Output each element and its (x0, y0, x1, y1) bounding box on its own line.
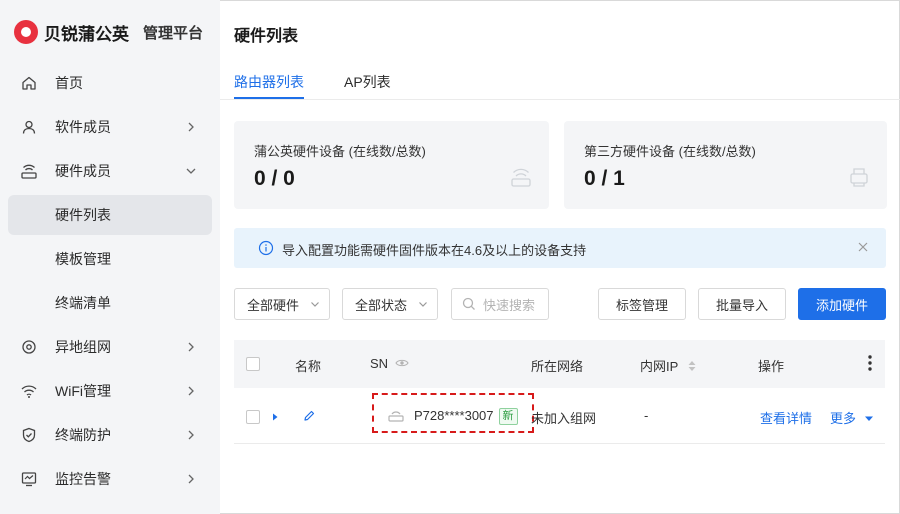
info-icon (258, 240, 274, 256)
shield-icon (20, 426, 38, 444)
sidebar-item-remote-network[interactable]: 异地组网 (8, 327, 212, 367)
search-input[interactable]: 快速搜索 (451, 288, 549, 320)
chevron-down-icon (419, 302, 427, 307)
sidebar: 贝锐蒲公英 管理平台 首页 软件成员 硬件成员 硬件列表 模板管理 终端清单 异… (0, 0, 220, 514)
view-details-link[interactable]: 查看详情 (760, 408, 812, 427)
search-placeholder: 快速搜索 (483, 297, 536, 313)
chevron-right-icon (188, 430, 194, 440)
router-icon (388, 411, 404, 422)
stat-card-pgy-hardware: 蒲公英硬件设备 (在线数/总数) 0 / 0 (234, 121, 549, 209)
sidebar-item-label: 终端清单 (55, 295, 111, 311)
batch-import-button[interactable]: 批量导入 (698, 288, 786, 320)
chevron-down-icon (186, 168, 196, 174)
chevron-right-icon (188, 474, 194, 484)
row-sn: P728****3007 新 (414, 408, 518, 425)
column-header-sn: SN (370, 356, 409, 371)
column-header-ip: 内网IP (640, 356, 697, 375)
main-content: 硬件列表 路由器列表 AP列表 蒲公英硬件设备 (在线数/总数) 0 / 0 第… (220, 0, 900, 514)
sort-icon[interactable] (687, 360, 697, 372)
stat-card-third-party-hardware: 第三方硬件设备 (在线数/总数) 0 / 1 (564, 121, 887, 209)
table-header: 名称 SN 所在网络 内网IP 操作 (234, 340, 885, 388)
chevron-right-icon (188, 342, 194, 352)
sidebar-item-template-manage[interactable]: 模板管理 (8, 239, 212, 279)
sidebar-item-terminal-list[interactable]: 终端清单 (8, 283, 212, 323)
sidebar-item-label: 监控告警 (55, 471, 111, 487)
router-icon (20, 162, 38, 180)
sidebar-item-label: 软件成员 (55, 119, 111, 135)
tab-bar: 路由器列表 AP列表 (220, 62, 900, 100)
status-filter-select[interactable]: 全部状态 (342, 288, 438, 320)
row-checkbox[interactable] (246, 410, 260, 424)
select-all-checkbox[interactable] (246, 357, 260, 371)
more-actions-label: 更多 (830, 411, 857, 426)
sn-value: P728****3007 (414, 408, 494, 423)
status-filter-value: 全部状态 (355, 297, 408, 313)
expand-icon[interactable] (271, 412, 279, 422)
sidebar-item-label: 异地组网 (55, 339, 111, 355)
tag-manage-button[interactable]: 标签管理 (598, 288, 686, 320)
column-header-label: 内网IP (640, 359, 679, 374)
column-header-network: 所在网络 (531, 359, 584, 374)
sidebar-item-label: 硬件列表 (55, 207, 111, 223)
table-row: P728****3007 新 未加入组网 - 查看详情 更多 (234, 388, 885, 444)
sidebar-item-wifi-manage[interactable]: WiFi管理 (8, 371, 212, 411)
stat-card-value: 0 / 0 (254, 167, 295, 190)
brand-name: 贝锐蒲公英 (44, 24, 129, 44)
info-alert: 导入配置功能需硬件固件版本在4.6及以上的设备支持 (234, 228, 886, 268)
brand-subtitle: 管理平台 (143, 24, 204, 42)
chevron-right-icon (188, 386, 194, 396)
stat-card-value: 0 / 1 (584, 167, 625, 190)
new-badge: 新 (498, 408, 518, 425)
column-header-label: SN (370, 356, 389, 371)
sidebar-item-monitor-alarm[interactable]: 监控告警 (8, 459, 212, 499)
column-header-action: 操作 (758, 359, 785, 374)
network-icon (20, 338, 38, 356)
tab-router-list[interactable]: 路由器列表 (234, 72, 304, 92)
brand-logo[interactable]: 贝锐蒲公英 管理平台 (14, 18, 203, 46)
wifi-icon (20, 382, 38, 400)
sidebar-item-home[interactable]: 首页 (8, 63, 212, 103)
caret-down-icon (864, 416, 873, 421)
sidebar-item-label: 首页 (55, 75, 83, 91)
sidebar-item-software-members[interactable]: 软件成员 (8, 107, 212, 147)
monitor-icon (20, 470, 38, 488)
sidebar-item-label: WiFi管理 (55, 383, 111, 399)
close-icon[interactable] (856, 240, 870, 254)
sidebar-item-label: 硬件成员 (55, 163, 111, 179)
more-vertical-icon[interactable] (868, 354, 872, 372)
sidebar-item-terminal-protection[interactable]: 终端防护 (8, 415, 212, 455)
eye-icon[interactable] (395, 358, 409, 368)
active-tab-indicator (234, 97, 304, 99)
column-header-name: 名称 (295, 359, 322, 374)
sidebar-nav: 首页 软件成员 硬件成员 硬件列表 模板管理 终端清单 异地组网 WiFi管理 … (8, 63, 212, 503)
user-icon (20, 118, 38, 136)
sidebar-item-label: 模板管理 (55, 251, 111, 267)
home-icon (20, 74, 38, 92)
chevron-right-icon (188, 122, 194, 132)
router-icon (511, 168, 531, 187)
sidebar-item-label: 终端防护 (55, 427, 111, 443)
stat-card-title: 第三方硬件设备 (在线数/总数) (584, 144, 756, 159)
printer-icon (850, 168, 868, 187)
hardware-filter-value: 全部硬件 (247, 297, 300, 313)
page-title: 硬件列表 (234, 28, 299, 45)
row-ip: - (644, 408, 649, 423)
sidebar-item-hardware-members[interactable]: 硬件成员 (8, 151, 212, 191)
row-network: 未加入组网 (531, 411, 597, 426)
add-hardware-button[interactable]: 添加硬件 (798, 288, 886, 320)
search-icon (462, 297, 475, 310)
sidebar-item-hardware-list[interactable]: 硬件列表 (8, 195, 212, 235)
edit-icon[interactable] (302, 409, 316, 423)
chevron-down-icon (311, 302, 319, 307)
tab-ap-list[interactable]: AP列表 (344, 72, 391, 92)
logo-icon (14, 20, 38, 44)
alert-text: 导入配置功能需硬件固件版本在4.6及以上的设备支持 (282, 243, 587, 258)
more-actions-dropdown[interactable]: 更多 (830, 408, 874, 427)
stat-card-title: 蒲公英硬件设备 (在线数/总数) (254, 144, 426, 159)
hardware-filter-select[interactable]: 全部硬件 (234, 288, 330, 320)
